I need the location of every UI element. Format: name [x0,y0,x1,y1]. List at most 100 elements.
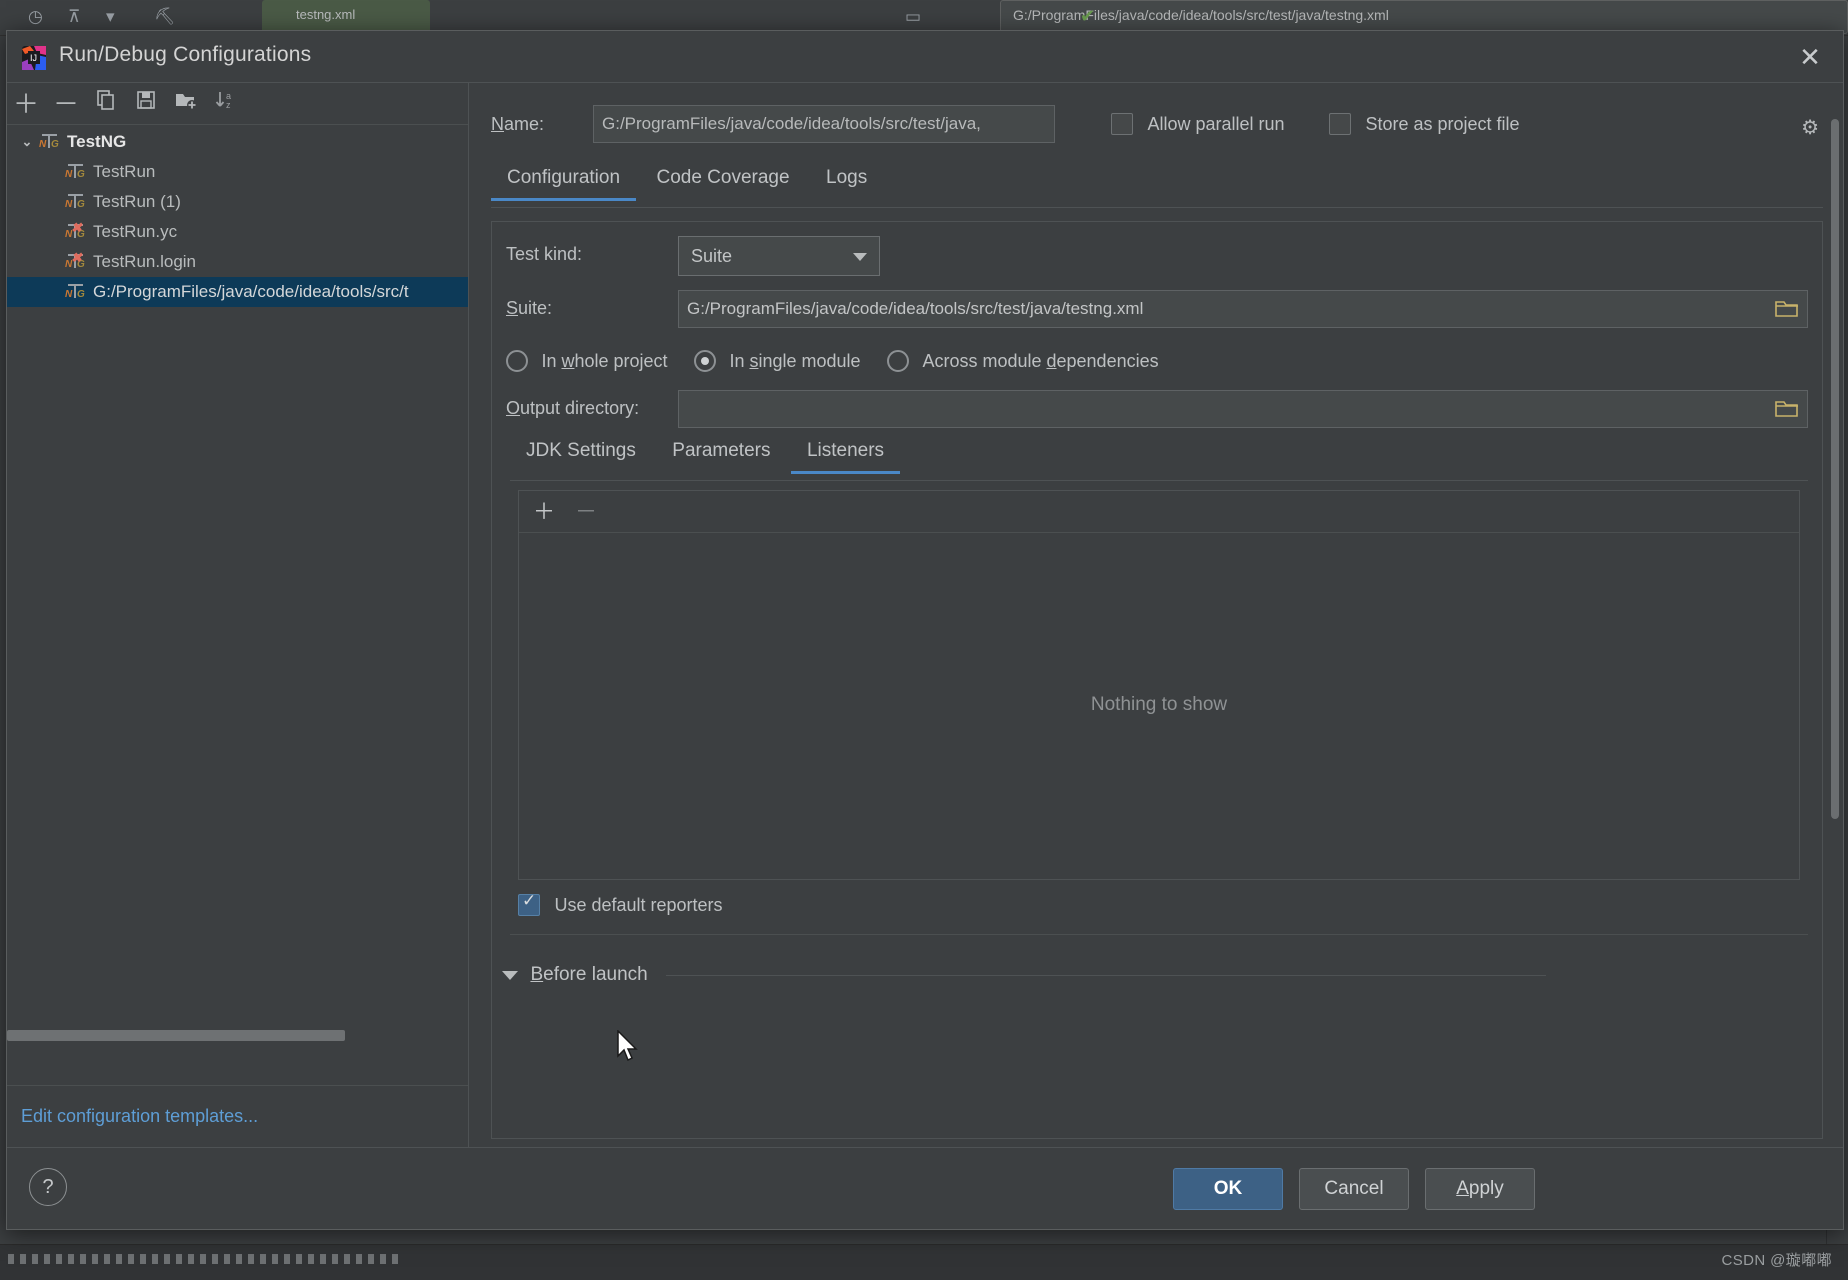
radio-label: Across module dependencies [922,350,1159,371]
tree-item-testrun-login[interactable]: N G ✖ TestRun.login [7,247,468,277]
tab-jdk-settings[interactable]: JDK Settings [510,434,652,474]
tab-code-coverage[interactable]: Code Coverage [640,161,805,201]
add-listener-button[interactable]: ＋ [529,497,559,527]
gear-icon[interactable]: ⚙ [1801,115,1819,140]
tab-configuration[interactable]: Configuration [491,161,637,201]
test-kind-label: Test kind: [506,244,583,264]
editor-vertical-scrollbar[interactable] [1831,119,1839,819]
tree-item-testrun[interactable]: NG TestRun [7,157,468,187]
tab-listeners[interactable]: Listeners [790,434,901,474]
sort-configurations-button[interactable]: az [211,89,241,119]
listeners-empty-text: Nothing to show [1090,694,1228,715]
inner-tabs-underline [510,480,1808,481]
testng-icon: NG [65,282,87,302]
tab-logs[interactable]: Logs [810,161,883,201]
move-to-folder-button[interactable] [171,89,201,119]
suite-label: Suite: [506,298,553,318]
testng-error-icon: N G ✖ [65,220,85,240]
help-button[interactable]: ? [29,1168,67,1206]
testng-icon: NG [39,132,61,152]
save-configuration-button[interactable] [131,89,161,119]
close-icon[interactable]: ✕ [1795,43,1825,73]
tree-item-testrun-1[interactable]: NG TestRun (1) [7,187,468,217]
build-icon[interactable]: ⛏ [154,7,176,27]
ide-run-chip[interactable]: testng.xml [262,0,430,34]
remove-configuration-button[interactable]: － [51,89,81,119]
chevron-down-icon [502,970,518,980]
ide-progress-dots [8,1254,398,1264]
minimize-icon[interactable]: ▭ [905,7,921,27]
listeners-panel: ＋ － Nothing to show [518,490,1800,880]
tree-horizontal-scrollbar[interactable] [7,1030,345,1041]
editor-top-tabs: Configuration Code Coverage Logs [491,161,1823,207]
chevron-down-icon [853,253,867,261]
use-default-reporters-checkbox[interactable]: Use default reporters [518,891,723,916]
cancel-button[interactable]: Cancel [1299,1168,1409,1210]
test-kind-value: Suite [691,246,733,266]
mouse-cursor [616,1029,642,1069]
clock-icon[interactable]: ◷ [28,7,43,27]
browse-folder-icon[interactable] [1773,397,1801,421]
suite-field[interactable]: G:/ProgramFiles/java/code/idea/tools/src… [678,290,1808,328]
radio-in-whole-project[interactable]: In whole project [506,350,668,372]
tree-item-label: TestRun.login [93,252,197,271]
ide-run-chip-label: testng.xml [296,7,356,22]
before-launch-section[interactable]: Before launch [502,964,1808,994]
use-default-reporters-label: Use default reporters [554,894,723,915]
tree-item-label: TestRun.yc [93,222,178,241]
browse-folder-icon[interactable] [1773,297,1801,321]
configurations-footer: Edit configuration templates... [7,1085,468,1147]
configuration-inner-tabs: JDK Settings Parameters Listeners [510,434,1808,480]
tree-item-label: G:/ProgramFiles/java/code/idea/tools/src… [93,282,409,301]
chevron-down-icon[interactable]: ▾ [106,7,115,27]
test-kind-select[interactable]: Suite [678,236,880,276]
radio-across-module-dependencies[interactable]: Across module dependencies [886,350,1159,372]
checkbox-box-checked [518,891,540,916]
checkbox-box [1111,113,1133,135]
store-as-project-file-label: Store as project file [1365,113,1520,134]
radio-label: In single module [729,350,861,371]
check-icon: ✔ [1080,6,1096,26]
dialog-titlebar: IJ Run/Debug Configurations ✕ [7,31,1843,83]
tree-item-label: TestRun (1) [93,192,181,211]
tab-parameters[interactable]: Parameters [656,434,786,474]
svg-text:IJ: IJ [30,53,37,63]
testng-icon: NG [65,192,87,212]
output-directory-field[interactable] [678,390,1808,428]
tree-item-selected-config[interactable]: NG G:/ProgramFiles/java/code/idea/tools/… [7,277,468,307]
radio-circle [506,350,528,372]
name-input[interactable]: G:/ProgramFiles/java/code/idea/tools/src… [593,105,1055,143]
radio-in-single-module[interactable]: In single module [693,350,861,372]
allow-parallel-run-label: Allow parallel run [1147,113,1285,134]
remove-listener-button: － [574,499,597,524]
configurations-pane: ＋ － az ⌄ N G TestNG N G TestRun N G Test… [7,83,469,1147]
tree-item-testrun-yc[interactable]: N G ✖ TestRun.yc [7,217,468,247]
ide-run-configuration-text: G:/ProgramFiles/java/code/idea/tools/src… [1013,7,1389,23]
ok-button[interactable]: OK [1173,1168,1283,1210]
top-tabs-underline [491,207,1823,208]
edit-configuration-templates-link[interactable]: Edit configuration templates... [7,1106,258,1127]
name-row: Name: G:/ProgramFiles/java/code/idea/too… [491,105,1823,145]
configurations-tree[interactable]: ⌄ NG TestNG NG TestRun NG TestRun (1) NG… [7,125,468,1085]
name-label: Name: [491,114,545,134]
allow-parallel-run-checkbox[interactable]: Allow parallel run [1111,113,1285,135]
dialog-body: ＋ － az ⌄ N G TestNG N G TestRun N G Test… [7,83,1843,1147]
ide-run-configuration-bar[interactable]: G:/ProgramFiles/java/code/idea/tools/src… [1000,0,1848,34]
tree-item-testng-group[interactable]: ⌄ NG TestNG [7,127,468,157]
configurations-toolbar: ＋ － az [7,83,468,125]
configuration-editor-pane: Name: G:/ProgramFiles/java/code/idea/too… [469,83,1843,1147]
panel-divider [510,934,1808,935]
svg-text:z: z [226,100,231,110]
chevron-down-icon[interactable]: ⌄ [15,134,39,150]
screen: ◷ ⊼ ▾ ⛏ testng.xml G:/ProgramFiles/java/… [0,0,1848,1280]
dialog-title: Run/Debug Configurations [59,43,312,66]
tree-item-label: TestRun [93,162,156,181]
collapse-icon[interactable]: ⊼ [68,7,80,27]
store-as-project-file-checkbox[interactable]: Store as project file [1329,113,1520,135]
before-launch-label: Before launch [530,964,648,985]
copy-configuration-button[interactable] [91,89,121,119]
suite-value: G:/ProgramFiles/java/code/idea/tools/src… [687,299,1144,318]
add-configuration-button[interactable]: ＋ [11,89,41,119]
output-directory-label: Output directory: [506,398,640,418]
apply-button[interactable]: Apply [1425,1168,1535,1210]
